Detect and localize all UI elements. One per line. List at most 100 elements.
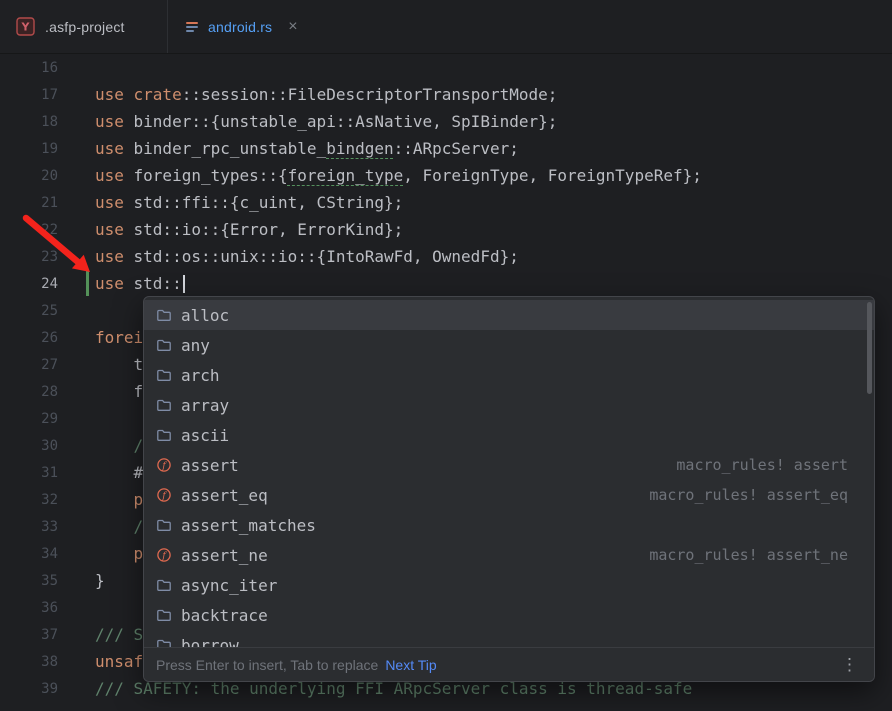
module-icon — [156, 337, 172, 353]
module-icon — [156, 637, 172, 647]
code-text: use std::io::{Error, ErrorKind}; — [95, 220, 403, 239]
completion-item[interactable]: fassertmacro_rules! assert — [144, 450, 874, 480]
code-text: use crate::session::FileDescriptorTransp… — [95, 85, 557, 104]
code-line: 16 — [0, 54, 892, 81]
completion-label: borrow — [181, 636, 239, 648]
code-line: 19 use binder_rpc_unstable_bindgen::ARpcS… — [0, 135, 892, 162]
line-number: 32 — [0, 492, 58, 508]
completion-detail: macro_rules! assert — [676, 456, 848, 474]
popup-scrollbar[interactable] — [867, 302, 872, 394]
completion-label: assert_ne — [181, 546, 268, 565]
module-icon — [156, 577, 172, 593]
macro-icon: f — [156, 487, 172, 503]
svg-text:f: f — [161, 460, 167, 471]
line-number: 30 — [0, 438, 58, 454]
completion-label: async_iter — [181, 576, 277, 595]
macro-icon: f — [156, 547, 172, 563]
code-text: # — [95, 463, 143, 482]
popup-menu-icon[interactable]: ⋮ — [837, 655, 862, 675]
completion-label: backtrace — [181, 606, 268, 625]
code-text: unsaf — [95, 652, 143, 671]
module-icon — [156, 517, 172, 533]
line-number: 28 — [0, 384, 58, 400]
completion-item[interactable]: f assert_ne macro_rules! assert_ne — [144, 540, 874, 570]
line-number: 25 — [0, 303, 58, 319]
completion-item[interactable]: any — [144, 330, 874, 360]
completion-hint: Press Enter to insert, Tab to replace — [156, 657, 378, 673]
code-text: / — [95, 517, 143, 536]
completion-item[interactable]: alloc — [144, 300, 874, 330]
completion-label: ascii — [181, 426, 229, 445]
completion-item[interactable]: assert_matches — [144, 510, 874, 540]
close-tab-icon[interactable]: × — [288, 19, 297, 35]
completion-item[interactable]: borrow — [144, 630, 874, 647]
completion-label: assert_eq — [181, 486, 268, 505]
completion-label: alloc — [181, 306, 229, 325]
code-text: use std::ffi::{c_uint, CString}; — [95, 193, 403, 212]
code-text: /// S — [95, 625, 143, 644]
code-text: use binder::{unstable_api::AsNative, SpI… — [95, 112, 557, 131]
code-text: use binder_rpc_unstable_bindgen::ARpcSer… — [95, 139, 519, 158]
code-text: use std::os::unix::io::{IntoRawFd, Owned… — [95, 247, 519, 266]
svg-text:f: f — [161, 490, 167, 501]
completion-item[interactable]: async_iter — [144, 570, 874, 600]
tab-android-rs[interactable]: android.rs × — [168, 0, 314, 53]
completion-label: any — [181, 336, 210, 355]
line-number: 19 — [0, 141, 58, 157]
line-number: 35 — [0, 573, 58, 589]
code-text: use foreign_types::{foreign_type, Foreig… — [95, 166, 702, 185]
vcs-change-marker — [86, 271, 89, 296]
line-number: 22 — [0, 222, 58, 238]
completion-list: alloc any arch array ascii fassertmacro_rules… — [144, 297, 874, 647]
completion-item[interactable]: arch — [144, 360, 874, 390]
completion-detail: macro_rules! assert_eq — [649, 486, 848, 504]
module-icon — [156, 367, 172, 383]
line-number: 21 — [0, 195, 58, 211]
tab-asfp-project[interactable]: Y .asfp-project — [0, 0, 168, 53]
code-text: p — [95, 490, 143, 509]
line-number: 39 — [0, 681, 58, 697]
completion-popup: alloc any arch array ascii fassertmacro_rules… — [143, 296, 875, 682]
module-icon — [156, 397, 172, 413]
code-line: 22 use std::io::{Error, ErrorKind}; — [0, 216, 892, 243]
line-number: 17 — [0, 87, 58, 103]
line-number: 36 — [0, 600, 58, 616]
line-number: 38 — [0, 654, 58, 670]
code-line: 24 use std:: — [0, 270, 892, 297]
completion-item[interactable]: array — [144, 390, 874, 420]
completion-footer: Press Enter to insert, Tab to replace Ne… — [144, 647, 874, 681]
line-number: 23 — [0, 249, 58, 265]
next-tip-link[interactable]: Next Tip — [385, 657, 436, 673]
text-caret — [183, 275, 185, 293]
completion-item[interactable]: f assert_eq macro_rules! assert_eq — [144, 480, 874, 510]
code-text: t — [95, 355, 143, 374]
line-number: 37 — [0, 627, 58, 643]
yaml-file-icon: Y — [16, 17, 35, 36]
line-number: 31 — [0, 465, 58, 481]
line-number: 16 — [0, 60, 58, 76]
line-number: 26 — [0, 330, 58, 346]
editor-tab-bar: Y .asfp-project android.rs × — [0, 0, 892, 54]
completion-detail: macro_rules! assert_ne — [649, 546, 848, 564]
rust-file-icon — [184, 19, 200, 35]
line-number: 29 — [0, 411, 58, 427]
line-number: 18 — [0, 114, 58, 130]
completion-item[interactable]: backtrace — [144, 600, 874, 630]
macro-icon: f — [156, 457, 172, 473]
line-number: 33 — [0, 519, 58, 535]
line-number: 27 — [0, 357, 58, 373]
code-text: / — [95, 436, 143, 455]
completion-label: assert_matches — [181, 516, 316, 535]
code-line: 21 use std::ffi::{c_uint, CString}; — [0, 189, 892, 216]
module-icon — [156, 607, 172, 623]
code-text: use std:: — [95, 274, 185, 293]
tab-label: android.rs — [208, 19, 272, 35]
svg-text:Y: Y — [21, 21, 31, 34]
code-text: } — [95, 571, 105, 590]
module-icon — [156, 427, 172, 443]
completion-label: array — [181, 396, 229, 415]
code-text: forei — [95, 328, 143, 347]
line-number: 24 — [0, 276, 58, 292]
code-text: p — [95, 544, 143, 563]
completion-item[interactable]: ascii — [144, 420, 874, 450]
